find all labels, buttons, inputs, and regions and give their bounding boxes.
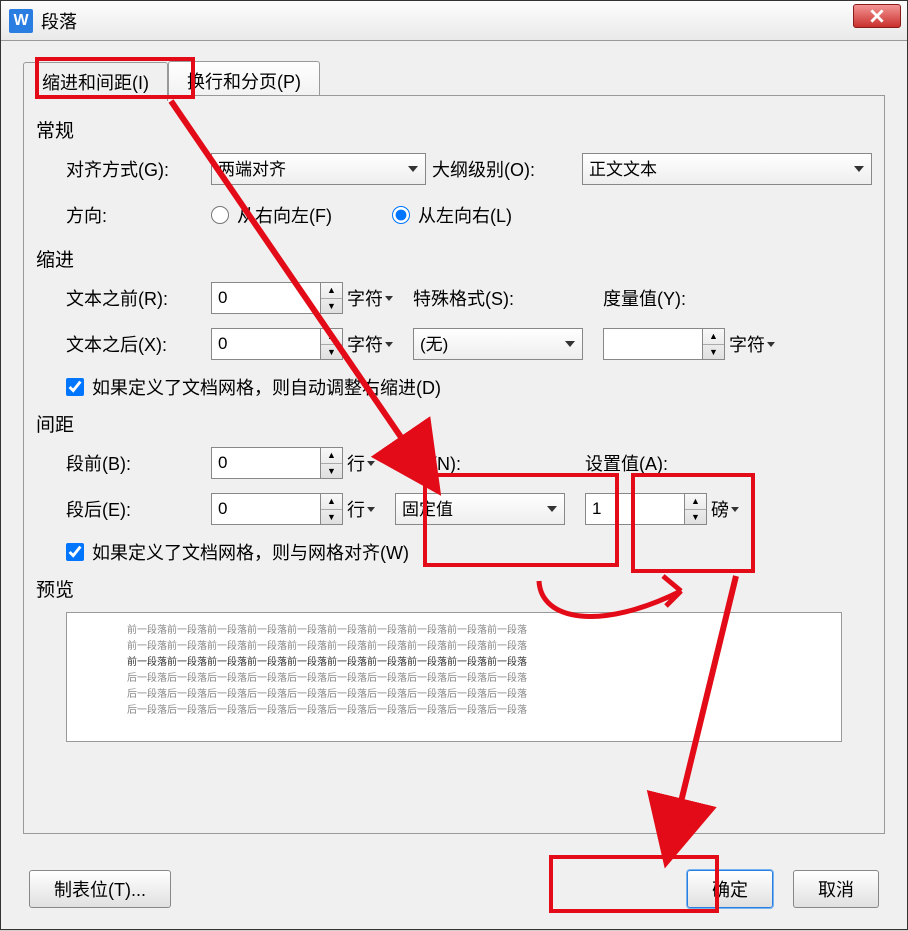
alignment-label: 对齐方式(G): — [66, 156, 211, 182]
dialog-body: 常规 对齐方式(G): 两端对齐 大纲级别(O): 正文文本 方向: 从右向左(… — [23, 96, 885, 834]
cancel-button[interactable]: 取消 — [793, 870, 879, 908]
indent-before-label: 文本之前(R): — [66, 285, 211, 311]
linespacing-label: 行距(N): — [395, 450, 545, 476]
indent-after-spinner[interactable]: ▲▼ — [211, 328, 343, 360]
tab-label: 缩进和间距(I) — [42, 73, 149, 93]
special-label: 特殊格式(S): — [413, 285, 563, 311]
alignment-select[interactable]: 两端对齐 — [211, 153, 426, 185]
direction-label: 方向: — [66, 202, 211, 228]
section-spacing: 间距 — [36, 410, 872, 437]
linespacing-select[interactable]: 固定值 — [395, 493, 565, 525]
outline-select[interactable]: 正文文本 — [582, 153, 872, 185]
indent-before-unit[interactable]: 字符 — [347, 285, 393, 311]
measure-spinner[interactable]: ▲▼ — [603, 328, 725, 360]
window-title: 段落 — [41, 8, 899, 34]
radio-label: 从右向左(F) — [237, 202, 332, 228]
outline-label: 大纲级别(O): — [432, 156, 582, 182]
measure-unit[interactable]: 字符 — [729, 331, 775, 357]
special-select[interactable]: (无) — [413, 328, 583, 360]
space-after-label: 段后(E): — [66, 496, 211, 522]
chevron-up-icon[interactable]: ▲ — [703, 329, 724, 345]
chevron-up-icon[interactable]: ▲ — [321, 283, 342, 299]
setat-spinner[interactable]: ▲▼ — [585, 493, 707, 525]
indent-after-label: 文本之后(X): — [66, 331, 211, 357]
chevron-down-icon[interactable]: ▼ — [321, 345, 342, 360]
setat-unit[interactable]: 磅 — [711, 496, 739, 522]
measure-label: 度量值(Y): — [603, 285, 686, 311]
close-button[interactable] — [853, 4, 901, 28]
chevron-down-icon[interactable]: ▼ — [321, 464, 342, 479]
space-before-spinner[interactable]: ▲▼ — [211, 447, 343, 479]
dialog-footer: 制表位(T)... 确定 取消 — [1, 849, 907, 929]
section-preview: 预览 — [36, 575, 872, 602]
indent-before-spinner[interactable]: ▲▼ — [211, 282, 343, 314]
chevron-down-icon[interactable]: ▼ — [321, 299, 342, 314]
chevron-up-icon[interactable]: ▲ — [321, 329, 342, 345]
space-before-unit[interactable]: 行 — [347, 450, 375, 476]
space-after-unit[interactable]: 行 — [347, 496, 375, 522]
ok-button[interactable]: 确定 — [687, 870, 773, 908]
chevron-up-icon[interactable]: ▲ — [321, 448, 342, 464]
tab-label: 换行和分页(P) — [187, 72, 301, 92]
section-indent: 缩进 — [36, 245, 872, 272]
paragraph-dialog: W 段落 缩进和间距(I) 换行和分页(P) 常规 对齐方式(G): 两端对齐 … — [0, 0, 908, 930]
titlebar: W 段落 — [1, 1, 907, 41]
chevron-up-icon[interactable]: ▲ — [685, 494, 706, 510]
space-after-spinner[interactable]: ▲▼ — [211, 493, 343, 525]
indent-grid-checkbox[interactable]: 如果定义了文档网格，则自动调整右缩进(D) — [66, 374, 872, 400]
tab-indent-spacing[interactable]: 缩进和间距(I) — [23, 62, 168, 101]
preview-panel: 前一段落前一段落前一段落前一段落前一段落前一段落前一段落前一段落前一段落前一段落… — [66, 612, 842, 742]
setat-label: 设置值(A): — [585, 450, 668, 476]
space-before-label: 段前(B): — [66, 450, 211, 476]
app-logo-icon: W — [9, 9, 33, 33]
chevron-down-icon[interactable]: ▼ — [321, 510, 342, 525]
close-icon — [870, 9, 884, 23]
chevron-down-icon[interactable]: ▼ — [703, 345, 724, 360]
direction-ltr-radio[interactable]: 从左向右(L) — [392, 202, 512, 228]
section-general: 常规 — [36, 116, 872, 143]
chevron-up-icon[interactable]: ▲ — [321, 494, 342, 510]
indent-after-unit[interactable]: 字符 — [347, 331, 393, 357]
tabs-button[interactable]: 制表位(T)... — [29, 870, 171, 908]
checkbox-label: 如果定义了文档网格，则与网格对齐(W) — [92, 539, 409, 565]
spacing-grid-checkbox[interactable]: 如果定义了文档网格，则与网格对齐(W) — [66, 539, 872, 565]
checkbox-label: 如果定义了文档网格，则自动调整右缩进(D) — [92, 374, 441, 400]
direction-rtl-radio[interactable]: 从右向左(F) — [211, 202, 332, 228]
radio-label: 从左向右(L) — [418, 202, 512, 228]
chevron-down-icon[interactable]: ▼ — [685, 510, 706, 525]
